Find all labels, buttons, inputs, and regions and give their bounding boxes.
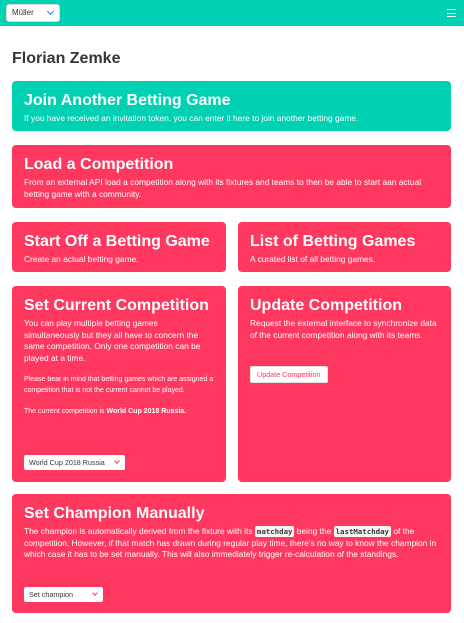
user-select[interactable]: Müller bbox=[6, 4, 60, 22]
tile-note: Please bear in mind that betting games w… bbox=[24, 376, 214, 394]
update-competition-button[interactable]: Update Competition bbox=[250, 366, 328, 383]
tile-title: Join Another Betting Game bbox=[24, 92, 231, 109]
set-champion-tile: Set Champion Manually The champion is au… bbox=[12, 494, 451, 613]
join-betting-game-tile[interactable]: Join Another Betting Game If you have re… bbox=[12, 81, 451, 131]
navbar: Müller bbox=[0, 0, 464, 26]
current-competition-text: The current competition is World Cup 201… bbox=[24, 408, 187, 415]
user-select-value: Müller bbox=[12, 8, 34, 17]
tile-title: Update Competition bbox=[250, 297, 402, 314]
tile-text: You can play multiple betting games simu… bbox=[24, 318, 201, 363]
set-current-competition-tile: Set Current Competition You can play mul… bbox=[12, 286, 226, 482]
start-betting-game-tile[interactable]: Start Off a Betting Game Create an actua… bbox=[12, 222, 226, 272]
current-competition-value: World Cup 2018 Russia. bbox=[106, 408, 187, 415]
list-betting-games-tile[interactable]: List of Betting Games A curated list of … bbox=[238, 222, 451, 272]
tile-title: Set Champion Manually bbox=[24, 505, 205, 522]
matchday-code: matchday bbox=[254, 526, 295, 537]
load-competition-tile[interactable]: Load a Competition From an external API … bbox=[12, 145, 451, 208]
chevron-down-icon bbox=[46, 7, 55, 16]
champion-select-value: Set champion bbox=[29, 590, 73, 599]
tile-text: Request the external interface to synchr… bbox=[250, 318, 437, 340]
tile-title: Load a Competition bbox=[24, 156, 174, 173]
last-matchday-code: lastMatchday bbox=[333, 526, 392, 537]
page-title: Florian Zemke bbox=[12, 50, 121, 67]
tile-text: If you have received an invitation token… bbox=[24, 113, 359, 123]
tile-title: List of Betting Games bbox=[250, 233, 416, 250]
competition-select[interactable]: World Cup 2018 Russia bbox=[24, 455, 125, 470]
tile-title: Set Current Competition bbox=[24, 297, 209, 314]
tile-text: From an external API load a competition … bbox=[24, 177, 422, 199]
chevron-down-icon bbox=[113, 458, 120, 464]
tile-text: Create an actual betting game. bbox=[24, 254, 139, 264]
chevron-down-icon bbox=[92, 590, 98, 596]
update-competition-tile: Update Competition Request the external … bbox=[238, 286, 451, 482]
tile-text: The champion is automatically derived fr… bbox=[24, 526, 437, 559]
tile-text: A curated list of all betting games. bbox=[250, 254, 376, 264]
tile-title: Start Off a Betting Game bbox=[24, 233, 210, 250]
champion-select[interactable]: Set champion bbox=[24, 587, 103, 602]
competition-select-value: World Cup 2018 Russia bbox=[29, 458, 105, 467]
hamburger-menu-icon[interactable] bbox=[447, 9, 456, 17]
